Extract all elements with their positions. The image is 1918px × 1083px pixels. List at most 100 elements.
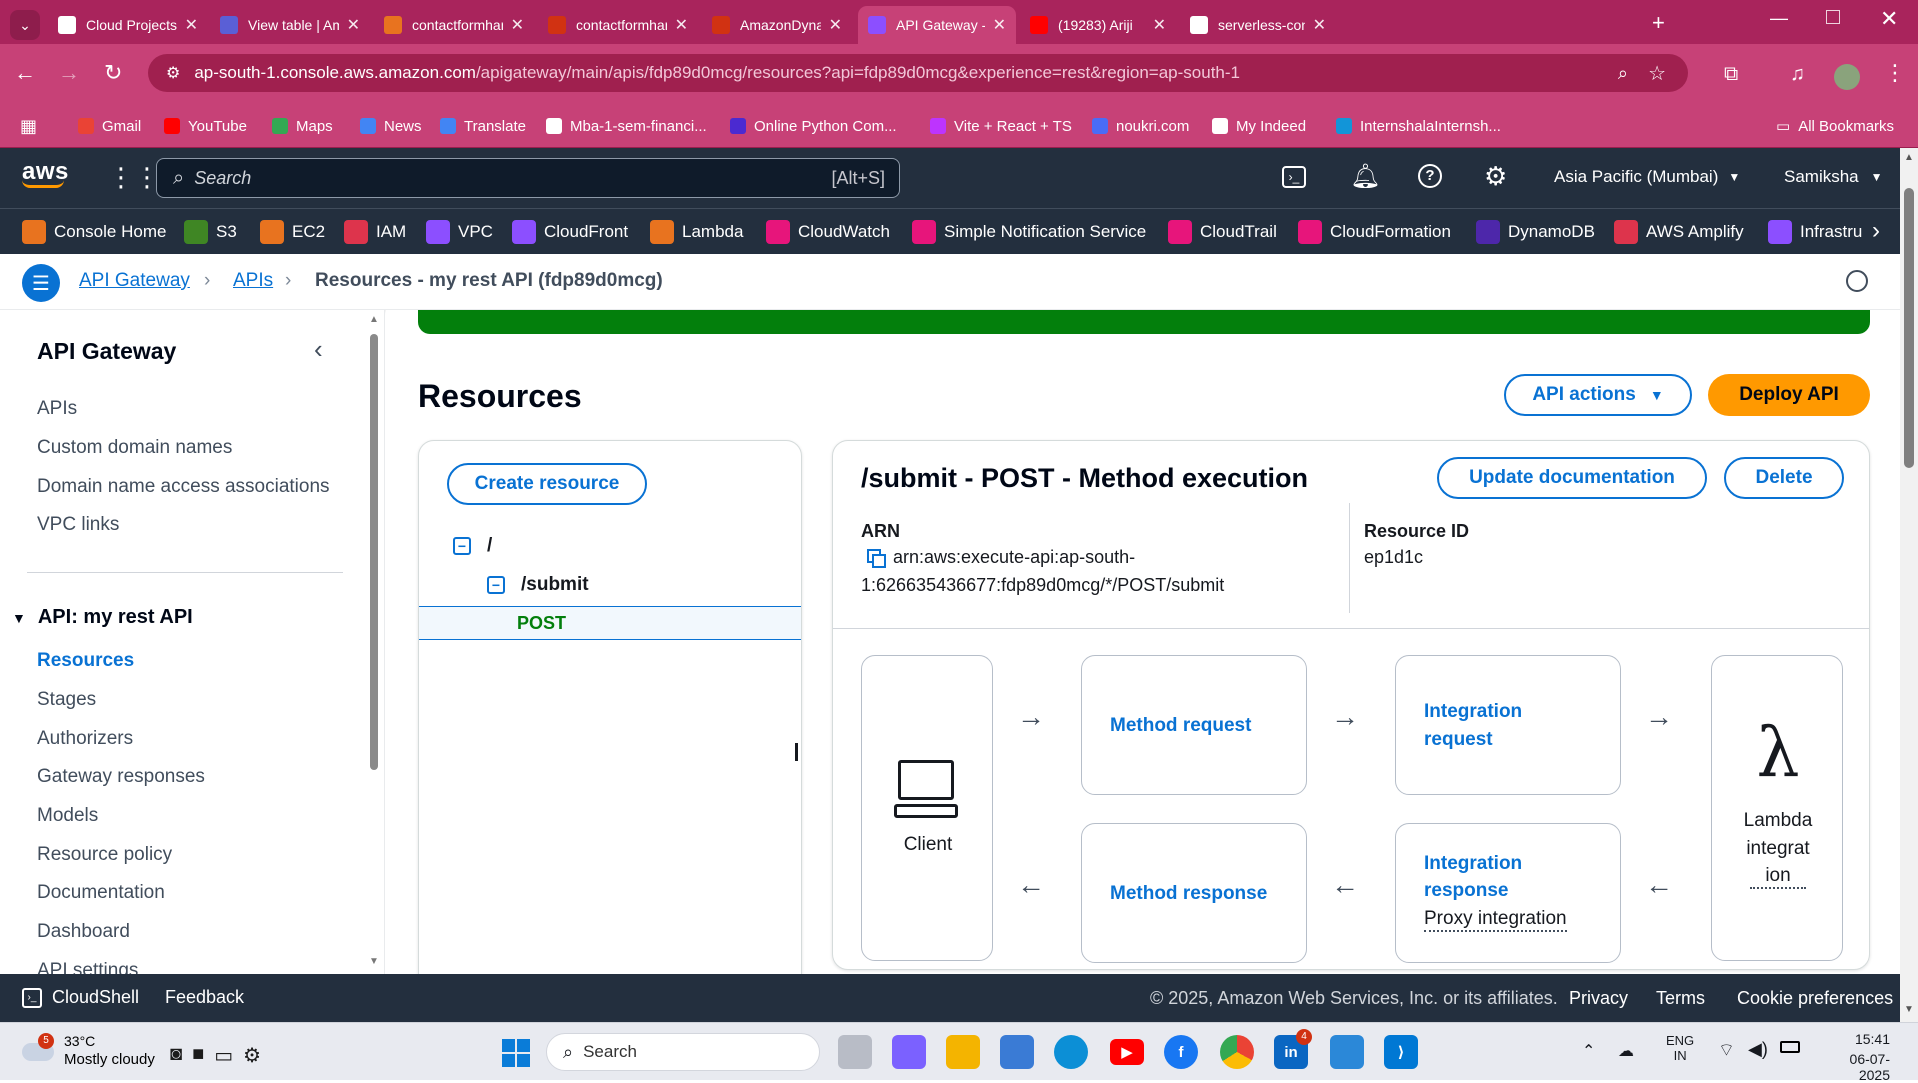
service-shortcut[interactable]: Console Home: [22, 219, 166, 245]
api-section-toggle[interactable]: ▼ API: my rest API: [12, 606, 193, 629]
sidebar-scrollbar[interactable]: ▲ ▼: [367, 310, 381, 974]
nav-item-authorizers[interactable]: Authorizers: [37, 728, 133, 750]
integration-response-link-2[interactable]: response: [1424, 877, 1508, 905]
scroll-thumb[interactable]: [370, 334, 378, 770]
help-icon[interactable]: ?: [1418, 164, 1442, 188]
facebook-icon[interactable]: f: [1164, 1035, 1198, 1069]
chrome-icon[interactable]: [1220, 1035, 1254, 1069]
method-response-link[interactable]: Method response: [1110, 880, 1267, 908]
service-shortcut[interactable]: Simple Notification Service: [912, 219, 1146, 245]
delete-button[interactable]: Delete: [1724, 457, 1844, 499]
close-tab-icon[interactable]: ✕: [993, 15, 1006, 35]
copilot-icon[interactable]: [892, 1035, 926, 1069]
taskbar-search[interactable]: ⌕ Search: [546, 1033, 820, 1071]
window-minimize-button[interactable]: —: [1770, 8, 1788, 29]
close-tab-icon[interactable]: ✕: [1313, 15, 1326, 35]
bookmark-item[interactable]: My Indeed: [1212, 115, 1306, 137]
bookmark-item[interactable]: Maps: [272, 115, 333, 137]
page-scrollbar[interactable]: ▲ ▼: [1900, 148, 1918, 1022]
integration-request-box[interactable]: Integration request: [1395, 655, 1621, 795]
start-button[interactable]: [502, 1039, 530, 1067]
update-documentation-button[interactable]: Update documentation: [1437, 457, 1707, 499]
address-bar[interactable]: ⚙ ap-south-1.console.aws.amazon.com/apig…: [148, 54, 1688, 92]
bell-icon[interactable]: 🔔︎: [1350, 162, 1380, 191]
cloudshell-footer-button[interactable]: ›_ CloudShell: [22, 987, 139, 1008]
chevron-up-icon[interactable]: ⌃: [1582, 1041, 1595, 1061]
tree-node-root[interactable]: − /: [453, 535, 492, 557]
method-request-link[interactable]: Method request: [1110, 712, 1251, 740]
nav-item-apis[interactable]: APIs: [37, 398, 77, 420]
feedback-link[interactable]: Feedback: [165, 987, 244, 1008]
browser-tab[interactable]: contactformhanc ✕: [538, 6, 698, 44]
weather-widget[interactable]: 5 33°C Mostly cloudy: [22, 1031, 172, 1073]
tab-search-button[interactable]: ⌄: [10, 10, 40, 40]
breadcrumb-api-gateway[interactable]: API Gateway: [79, 270, 190, 292]
nav-item-custom-domains[interactable]: Custom domain names: [37, 437, 232, 459]
youtube-icon[interactable]: ▶: [1110, 1039, 1144, 1065]
tree-node-post-selected[interactable]: POST: [419, 606, 801, 640]
nav-item-gateway-responses[interactable]: Gateway responses: [37, 766, 205, 788]
aws-search-input[interactable]: ⌕ Search [Alt+S]: [156, 158, 900, 198]
cookie-preferences-link[interactable]: Cookie preferences: [1737, 988, 1893, 1009]
browser-tab[interactable]: View table | Ama ✕: [210, 6, 370, 44]
chevron-right-icon[interactable]: ›: [1872, 217, 1880, 245]
video-icon[interactable]: ■: [192, 1043, 204, 1068]
browser-tab[interactable]: (19283) Ariji ✕: [1020, 6, 1176, 44]
browser-tab[interactable]: Cloud Projects G ✕: [48, 6, 208, 44]
reload-button[interactable]: ↻: [104, 62, 122, 84]
nav-item-stages[interactable]: Stages: [37, 689, 96, 711]
camera-icon[interactable]: ◙: [170, 1043, 182, 1068]
edge-icon[interactable]: [1054, 1035, 1088, 1069]
integration-response-box[interactable]: Integration response Proxy integration: [1395, 823, 1621, 963]
method-request-box[interactable]: Method request: [1081, 655, 1307, 795]
service-shortcut[interactable]: AWS Amplify: [1614, 219, 1744, 245]
task-view-icon[interactable]: [838, 1035, 872, 1069]
vscode-icon[interactable]: ⟩: [1384, 1035, 1418, 1069]
service-shortcut[interactable]: CloudTrail: [1168, 219, 1277, 245]
language-indicator[interactable]: ENG IN: [1666, 1033, 1694, 1063]
nav-item-resource-policy[interactable]: Resource policy: [37, 844, 172, 866]
apps-icon[interactable]: ▦: [20, 116, 37, 137]
battery-icon[interactable]: [1780, 1041, 1800, 1053]
close-tab-icon[interactable]: ✕: [185, 15, 198, 35]
settings-gear-icon[interactable]: ⚙: [1484, 161, 1507, 192]
media-controls-icon[interactable]: ♫: [1790, 63, 1805, 85]
browser-tab[interactable]: AmazonDynamo ✕: [702, 6, 852, 44]
region-selector[interactable]: Asia Pacific (Mumbai) ▼: [1554, 167, 1740, 187]
integration-request-link-1[interactable]: Integration: [1424, 698, 1522, 726]
nav-item-models[interactable]: Models: [37, 805, 98, 827]
service-shortcut[interactable]: CloudFront: [512, 219, 628, 245]
service-shortcut[interactable]: S3: [184, 219, 237, 245]
back-button[interactable]: ←: [14, 62, 36, 84]
terms-link[interactable]: Terms: [1656, 988, 1705, 1009]
create-resource-button[interactable]: Create resource: [447, 463, 647, 505]
bookmark-item[interactable]: News: [360, 115, 422, 137]
navigation-menu-button[interactable]: ☰: [22, 264, 60, 302]
bookmark-item[interactable]: Online Python Com...: [730, 115, 897, 137]
wifi-icon[interactable]: ⌔: [1718, 1039, 1735, 1062]
privacy-link[interactable]: Privacy: [1569, 988, 1628, 1009]
bookmark-item[interactable]: Gmail: [78, 115, 141, 137]
bookmark-item[interactable]: Vite + React + TS: [930, 115, 1072, 137]
network-icon[interactable]: ☁: [1618, 1041, 1634, 1061]
service-shortcut[interactable]: CloudFormation: [1298, 219, 1451, 245]
bookmark-item[interactable]: noukri.com: [1092, 115, 1189, 137]
panel-resize-handle[interactable]: [795, 743, 798, 761]
nav-item-domain-access[interactable]: Domain name access associations: [37, 476, 330, 498]
profile-avatar[interactable]: [1834, 64, 1860, 90]
info-panel-icon[interactable]: [1846, 270, 1868, 292]
nav-item-dashboard[interactable]: Dashboard: [37, 921, 130, 943]
integration-request-link-2[interactable]: request: [1424, 726, 1493, 754]
nav-item-documentation[interactable]: Documentation: [37, 882, 165, 904]
collapse-icon[interactable]: −: [453, 537, 471, 555]
browser-tab[interactable]: contactformhanc ✕: [374, 6, 534, 44]
service-shortcut[interactable]: EC2: [260, 219, 325, 245]
deploy-api-button[interactable]: Deploy API: [1708, 374, 1870, 416]
bookmark-item[interactable]: Mba-1-sem-financi...: [546, 115, 707, 137]
scroll-down-arrow[interactable]: ▼: [1904, 1004, 1914, 1015]
window-icon[interactable]: ▭: [214, 1043, 233, 1068]
integration-response-link-1[interactable]: Integration: [1424, 850, 1522, 878]
account-menu[interactable]: Samiksha ▼: [1784, 167, 1883, 187]
bookmark-item[interactable]: InternshalaInternsh...: [1336, 115, 1501, 137]
clock[interactable]: 15:41 06-07-2025: [1820, 1031, 1890, 1083]
